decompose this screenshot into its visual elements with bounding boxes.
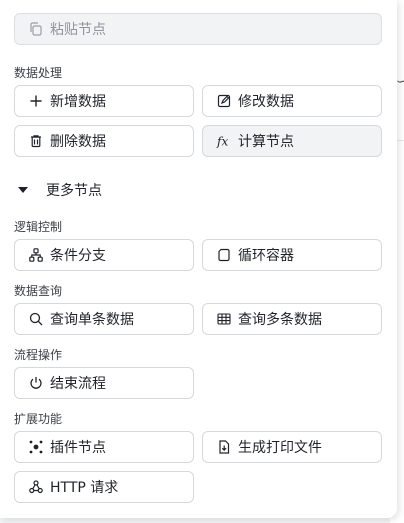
add-data-label: 新增数据 — [50, 94, 106, 110]
background-text-fragment: ∽ — [396, 74, 404, 90]
trash-icon — [28, 133, 44, 149]
search-icon — [28, 311, 44, 327]
paste-node-label: 粘贴节点 — [50, 22, 106, 38]
container-icon — [216, 247, 232, 263]
add-data-button[interactable]: 新增数据 — [14, 85, 194, 117]
compute-node-label: 计算节点 — [238, 134, 294, 150]
webhook-icon — [28, 479, 44, 495]
section-title-data-query: 数据查询 — [14, 284, 63, 298]
file-download-icon — [216, 439, 232, 455]
function-icon: fx — [216, 133, 232, 149]
edit-icon — [216, 93, 232, 109]
query-multi-label: 查询多条数据 — [238, 312, 322, 328]
query-single-label: 查询单条数据 — [50, 312, 134, 328]
http-request-button[interactable]: HTTP 请求 — [14, 471, 194, 503]
branch-icon — [28, 247, 44, 263]
query-multi-button[interactable]: 查询多条数据 — [202, 303, 382, 335]
end-flow-label: 结束流程 — [50, 376, 106, 392]
generate-print-file-button[interactable]: 生成打印文件 — [202, 431, 382, 463]
loop-container-button[interactable]: 循环容器 — [202, 239, 382, 271]
section-title-logic-control: 逻辑控制 — [14, 220, 63, 234]
more-nodes-toggle[interactable]: 更多节点 — [18, 180, 102, 200]
section-title-flow-operation: 流程操作 — [14, 348, 63, 362]
svg-text:fx: fx — [216, 135, 228, 149]
modify-data-label: 修改数据 — [238, 94, 294, 110]
table-icon — [216, 311, 232, 327]
copy-icon — [28, 21, 44, 37]
more-nodes-label: 更多节点 — [46, 183, 102, 199]
caret-down-icon — [18, 187, 28, 193]
plugin-icon — [28, 439, 44, 455]
http-request-label: HTTP 请求 — [50, 480, 119, 496]
plus-icon — [28, 93, 44, 109]
condition-branch-button[interactable]: 条件分支 — [14, 239, 194, 271]
plugin-node-label: 插件节点 — [50, 440, 106, 456]
compute-node-button[interactable]: fx 计算节点 — [202, 125, 382, 157]
generate-print-file-label: 生成打印文件 — [238, 440, 322, 456]
end-flow-button[interactable]: 结束流程 — [14, 367, 194, 399]
add-node-menu: 粘贴节点 数据处理 新增数据 修改数据 删除数据 fx 计算节点 更多节点 逻辑… — [0, 0, 397, 518]
query-single-button[interactable]: 查询单条数据 — [14, 303, 194, 335]
section-title-data-processing: 数据处理 — [14, 66, 63, 80]
loop-container-label: 循环容器 — [238, 248, 294, 264]
modify-data-button[interactable]: 修改数据 — [202, 85, 382, 117]
condition-branch-label: 条件分支 — [50, 248, 106, 264]
section-title-extensions: 扩展功能 — [14, 412, 63, 426]
plugin-node-button[interactable]: 插件节点 — [14, 431, 194, 463]
delete-data-button[interactable]: 删除数据 — [14, 125, 194, 157]
power-icon — [28, 375, 44, 391]
delete-data-label: 删除数据 — [50, 134, 106, 150]
paste-node-button[interactable]: 粘贴节点 — [14, 13, 382, 45]
